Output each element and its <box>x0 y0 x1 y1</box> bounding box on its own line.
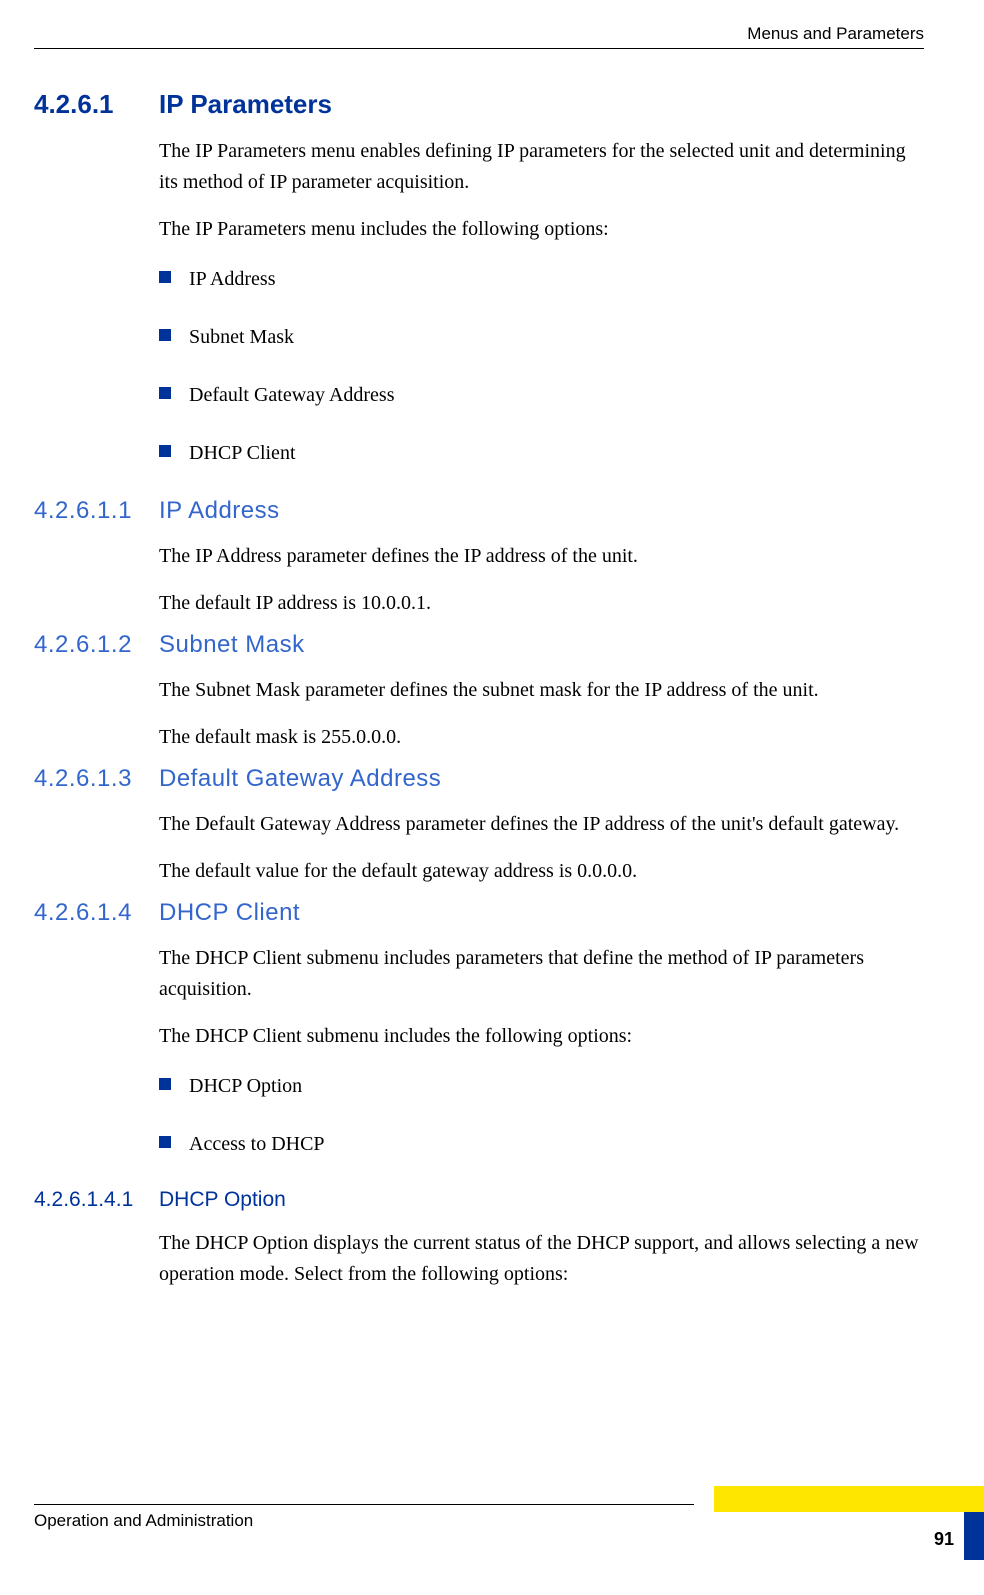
body-text: The Default Gateway Address parameter de… <box>159 809 924 887</box>
section-number: 4.2.6.1.4.1 <box>34 1188 159 1212</box>
section-title: Default Gateway Address <box>159 765 441 793</box>
list-item: Default Gateway Address <box>159 381 924 409</box>
bullet-list: DHCP Option Access to DHCP <box>159 1072 924 1158</box>
footer-doc-title: Operation and Administration <box>34 1511 694 1531</box>
list-item: Subnet Mask <box>159 323 924 351</box>
heading-dhcp-client: 4.2.6.1.4 DHCP Client <box>34 899 924 927</box>
list-item: IP Address <box>159 265 924 293</box>
paragraph: The Default Gateway Address parameter de… <box>159 809 924 840</box>
document-page: Menus and Parameters 4.2.6.1 IP Paramete… <box>0 0 984 1595</box>
section-number: 4.2.6.1.2 <box>34 631 159 659</box>
paragraph: The default mask is 255.0.0.0. <box>159 722 924 753</box>
section-title: IP Parameters <box>159 89 332 120</box>
paragraph: The default IP address is 10.0.0.1. <box>159 588 924 619</box>
footer-tab <box>964 1512 984 1560</box>
section-title: DHCP Client <box>159 899 300 927</box>
body-text: The DHCP Client submenu includes paramet… <box>159 943 924 1158</box>
section-number: 4.2.6.1.4 <box>34 899 159 927</box>
section-number: 4.2.6.1.1 <box>34 497 159 525</box>
paragraph: The Subnet Mask parameter defines the su… <box>159 675 924 706</box>
section-title: Subnet Mask <box>159 631 305 659</box>
heading-default-gateway: 4.2.6.1.3 Default Gateway Address <box>34 765 924 793</box>
section-number: 4.2.6.1 <box>34 89 159 120</box>
list-item: DHCP Client <box>159 439 924 467</box>
page-number: 91 <box>934 1529 954 1550</box>
paragraph: The IP Parameters menu enables defining … <box>159 136 924 198</box>
heading-dhcp-option: 4.2.6.1.4.1 DHCP Option <box>34 1188 924 1212</box>
paragraph: The IP Address parameter defines the IP … <box>159 541 924 572</box>
paragraph: The default value for the default gatewa… <box>159 856 924 887</box>
section-title: IP Address <box>159 497 280 525</box>
paragraph: The DHCP Option displays the current sta… <box>159 1228 924 1290</box>
page-footer: Operation and Administration 91 <box>34 1504 924 1565</box>
body-text: The DHCP Option displays the current sta… <box>159 1228 924 1290</box>
heading-subnet-mask: 4.2.6.1.2 Subnet Mask <box>34 631 924 659</box>
footer-rule <box>34 1504 694 1505</box>
bullet-list: IP Address Subnet Mask Default Gateway A… <box>159 265 924 467</box>
body-text: The IP Address parameter defines the IP … <box>159 541 924 619</box>
paragraph: The DHCP Client submenu includes the fol… <box>159 1021 924 1052</box>
paragraph: The DHCP Client submenu includes paramet… <box>159 943 924 1005</box>
footer-accent-bar <box>714 1486 984 1512</box>
heading-ip-parameters: 4.2.6.1 IP Parameters <box>34 89 924 120</box>
body-text: The IP Parameters menu enables defining … <box>159 136 924 467</box>
running-header: Menus and Parameters <box>34 24 924 49</box>
paragraph: The IP Parameters menu includes the foll… <box>159 214 924 245</box>
body-text: The Subnet Mask parameter defines the su… <box>159 675 924 753</box>
heading-ip-address: 4.2.6.1.1 IP Address <box>34 497 924 525</box>
section-title: DHCP Option <box>159 1188 286 1212</box>
list-item: Access to DHCP <box>159 1130 924 1158</box>
section-number: 4.2.6.1.3 <box>34 765 159 793</box>
list-item: DHCP Option <box>159 1072 924 1100</box>
